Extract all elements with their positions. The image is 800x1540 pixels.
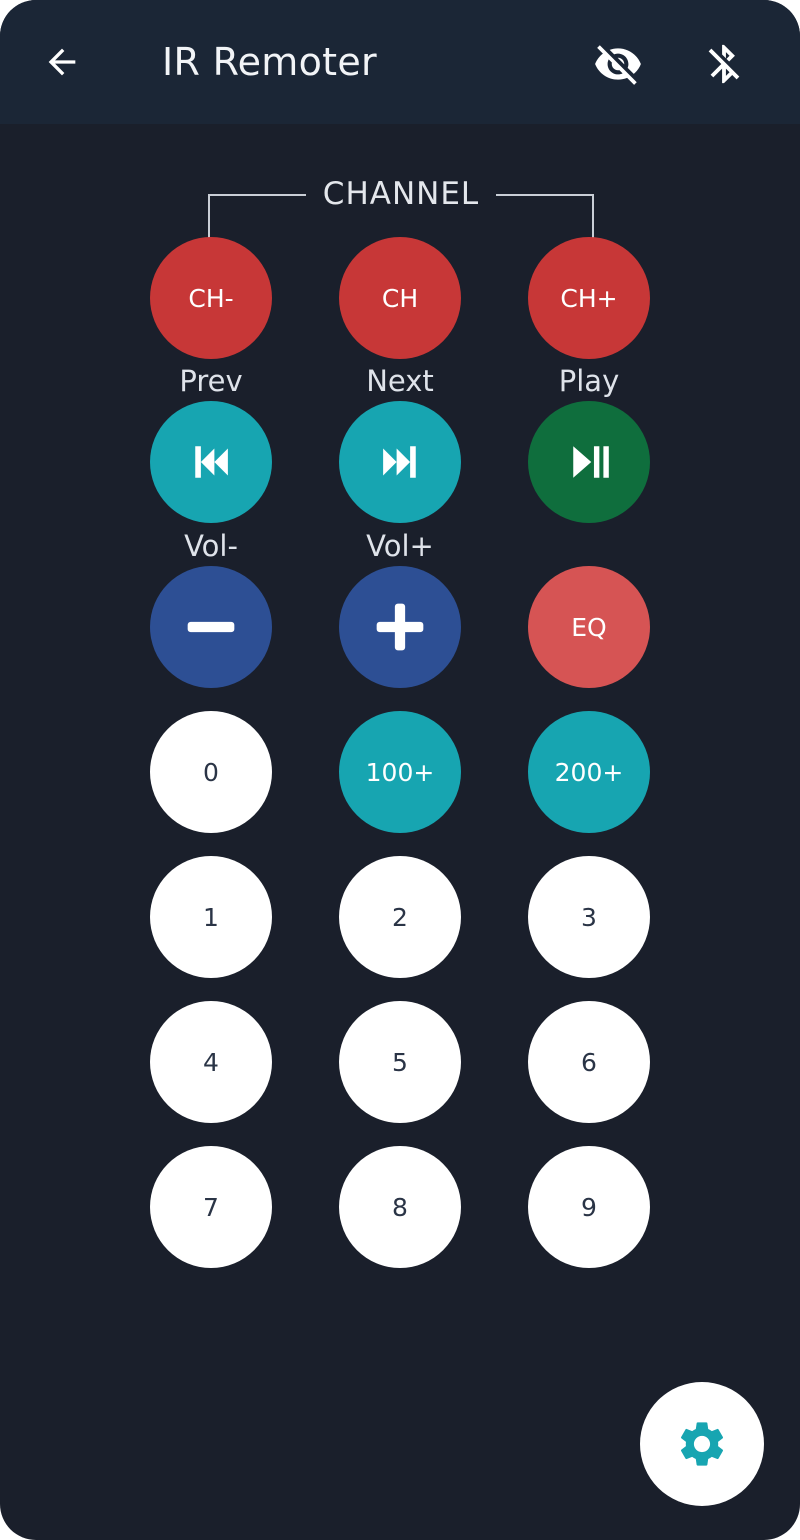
plus-icon — [376, 603, 424, 651]
gear-icon — [680, 1422, 724, 1466]
volume-up-label: Vol+ — [366, 529, 434, 563]
volume-down-button[interactable] — [150, 566, 272, 688]
next-label: Next — [366, 364, 434, 398]
bluetooth-disabled-icon — [708, 44, 740, 84]
eye-off-icon — [595, 45, 641, 85]
plus-200-button[interactable]: 200+ — [528, 711, 650, 833]
previous-button[interactable] — [150, 401, 272, 523]
bracket-right-line — [496, 194, 594, 240]
digit-8-button[interactable]: 8 — [339, 1146, 461, 1268]
app-title: IR Remoter — [162, 40, 377, 84]
visibility-toggle-button[interactable] — [592, 38, 644, 90]
play-pause-button[interactable] — [528, 401, 650, 523]
channel-group-bracket: CHANNEL — [208, 176, 594, 240]
next-button[interactable] — [339, 401, 461, 523]
skip-next-icon — [383, 446, 416, 478]
settings-fab[interactable] — [640, 1382, 764, 1506]
back-button[interactable] — [38, 38, 86, 86]
app-bar: IR Remoter — [0, 0, 800, 124]
digit-6-button[interactable]: 6 — [528, 1001, 650, 1123]
digit-0-button[interactable]: 0 — [150, 711, 272, 833]
digit-3-button[interactable]: 3 — [528, 856, 650, 978]
minus-icon — [187, 621, 235, 633]
app-screen: IR Remoter CHANNEL CH- CH CH+ Prev Next … — [0, 0, 800, 1540]
skip-previous-icon — [195, 446, 228, 478]
volume-down-label: Vol- — [184, 529, 238, 563]
play-label: Play — [558, 364, 620, 398]
channel-button[interactable]: CH — [339, 237, 461, 359]
volume-up-button[interactable] — [339, 566, 461, 688]
arrow-back-icon — [48, 48, 76, 76]
channel-up-button[interactable]: CH+ — [528, 237, 650, 359]
channel-down-button[interactable]: CH- — [150, 237, 272, 359]
digit-2-button[interactable]: 2 — [339, 856, 461, 978]
prev-label: Prev — [179, 364, 243, 398]
play-pause-icon — [573, 446, 609, 478]
digit-4-button[interactable]: 4 — [150, 1001, 272, 1123]
channel-group-label: CHANNEL — [322, 176, 480, 212]
equalizer-button[interactable]: EQ — [528, 566, 650, 688]
digit-9-button[interactable]: 9 — [528, 1146, 650, 1268]
digit-1-button[interactable]: 1 — [150, 856, 272, 978]
digit-5-button[interactable]: 5 — [339, 1001, 461, 1123]
plus-100-button[interactable]: 100+ — [339, 711, 461, 833]
digit-7-button[interactable]: 7 — [150, 1146, 272, 1268]
bracket-left-line — [208, 194, 306, 240]
bluetooth-button[interactable] — [698, 38, 750, 90]
